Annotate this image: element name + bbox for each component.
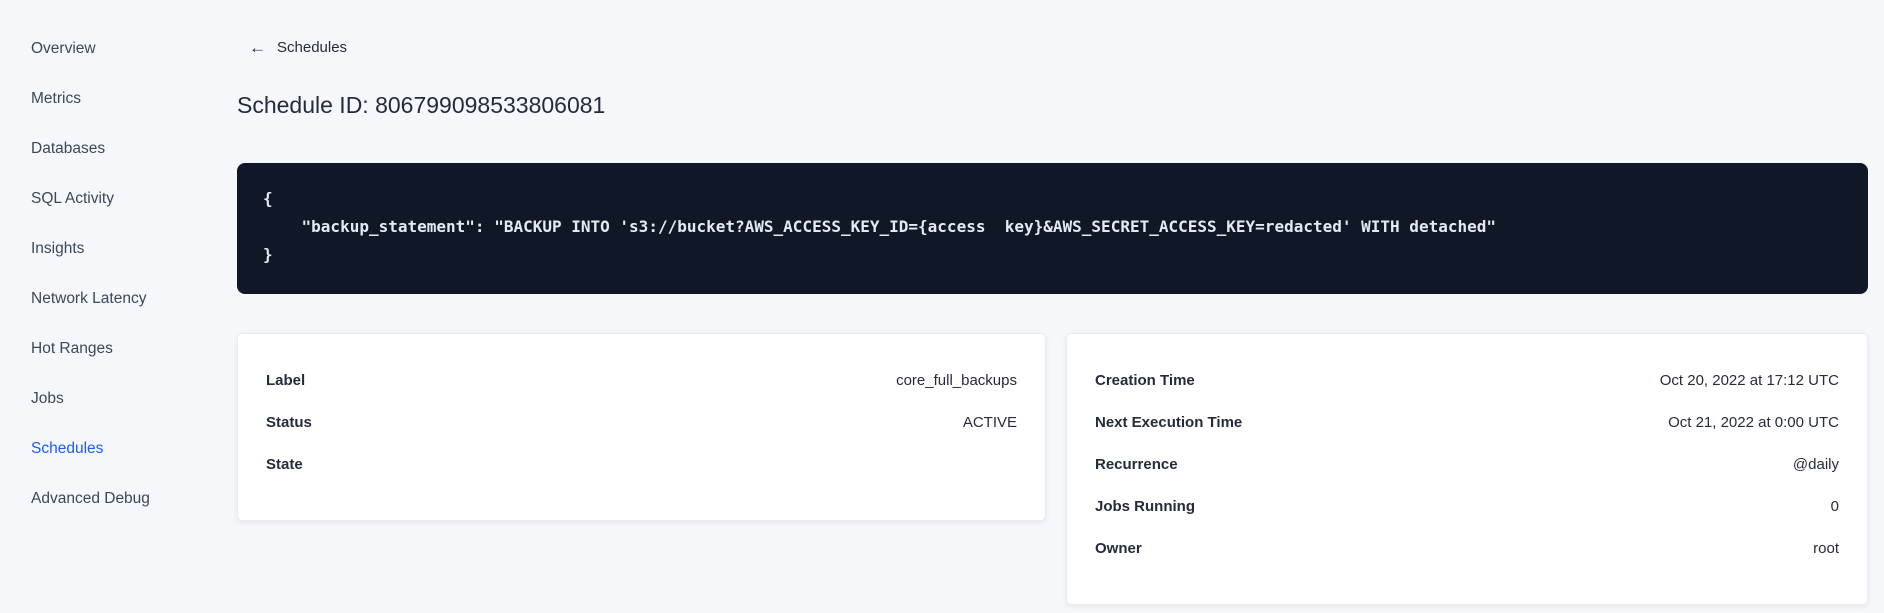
code-line: } [263, 245, 273, 264]
detail-row-creation-time: Creation Time Oct 20, 2022 at 17:12 UTC [1095, 359, 1839, 401]
detail-row-recurrence: Recurrence @daily [1095, 443, 1839, 485]
sidebar: Overview Metrics Databases SQL Activity … [0, 0, 237, 613]
sidebar-item-hot-ranges[interactable]: Hot Ranges [0, 324, 237, 374]
schedule-timing-card: Creation Time Oct 20, 2022 at 17:12 UTC … [1066, 333, 1868, 605]
page-title: Schedule ID: 806799098533806081 [237, 92, 606, 118]
row-label: Status [266, 413, 312, 431]
sidebar-item-schedules[interactable]: Schedules [0, 424, 237, 474]
backup-statement-code-block: { "backup_statement": "BACKUP INTO 's3:/… [237, 163, 1868, 294]
page: Overview Metrics Databases SQL Activity … [0, 0, 1884, 613]
back-link-label: Schedules [277, 38, 348, 56]
row-value: Oct 20, 2022 at 17:12 UTC [1659, 371, 1839, 389]
row-label: Next Execution Time [1095, 413, 1243, 431]
row-label: Label [266, 371, 306, 389]
row-label: State [266, 455, 303, 473]
row-value: 0 [1830, 497, 1839, 515]
row-value: root [1813, 539, 1839, 557]
detail-row-owner: Owner root [1095, 527, 1839, 569]
main-content: ← Schedules Schedule ID: 806799098533806… [237, 0, 1884, 613]
row-label: Owner [1095, 539, 1142, 557]
detail-row-jobs-running: Jobs Running 0 [1095, 485, 1839, 527]
sidebar-item-databases[interactable]: Databases [0, 124, 237, 174]
row-label: Jobs Running [1095, 497, 1195, 515]
sidebar-item-network-latency[interactable]: Network Latency [0, 274, 237, 324]
row-label: Creation Time [1095, 371, 1195, 389]
code-line: { [263, 189, 273, 208]
detail-row-status: Status ACTIVE [266, 401, 1017, 443]
arrow-left-icon: ← [249, 37, 266, 57]
detail-row-next-execution-time: Next Execution Time Oct 21, 2022 at 0:00… [1095, 401, 1839, 443]
code-line: "backup_statement": "BACKUP INTO 's3://b… [263, 217, 1496, 236]
schedule-details-card: Label core_full_backups Status ACTIVE St… [237, 333, 1046, 521]
row-value: Oct 21, 2022 at 0:00 UTC [1668, 413, 1839, 431]
sidebar-item-advanced-debug[interactable]: Advanced Debug [0, 474, 237, 524]
sidebar-item-insights[interactable]: Insights [0, 224, 237, 274]
sidebar-item-sql-activity[interactable]: SQL Activity [0, 174, 237, 224]
row-value: core_full_backups [896, 371, 1017, 389]
sidebar-item-metrics[interactable]: Metrics [0, 74, 237, 124]
detail-row-state: State [266, 443, 1017, 485]
summary-cards: Label core_full_backups Status ACTIVE St… [237, 333, 1868, 605]
sidebar-item-jobs[interactable]: Jobs [0, 374, 237, 424]
detail-row-label: Label core_full_backups [266, 359, 1017, 401]
row-label: Recurrence [1095, 455, 1178, 473]
sidebar-item-overview[interactable]: Overview [0, 24, 237, 74]
row-value: ACTIVE [962, 413, 1017, 431]
row-value: @daily [1792, 455, 1839, 473]
back-to-schedules-link[interactable]: ← Schedules [237, 36, 347, 58]
